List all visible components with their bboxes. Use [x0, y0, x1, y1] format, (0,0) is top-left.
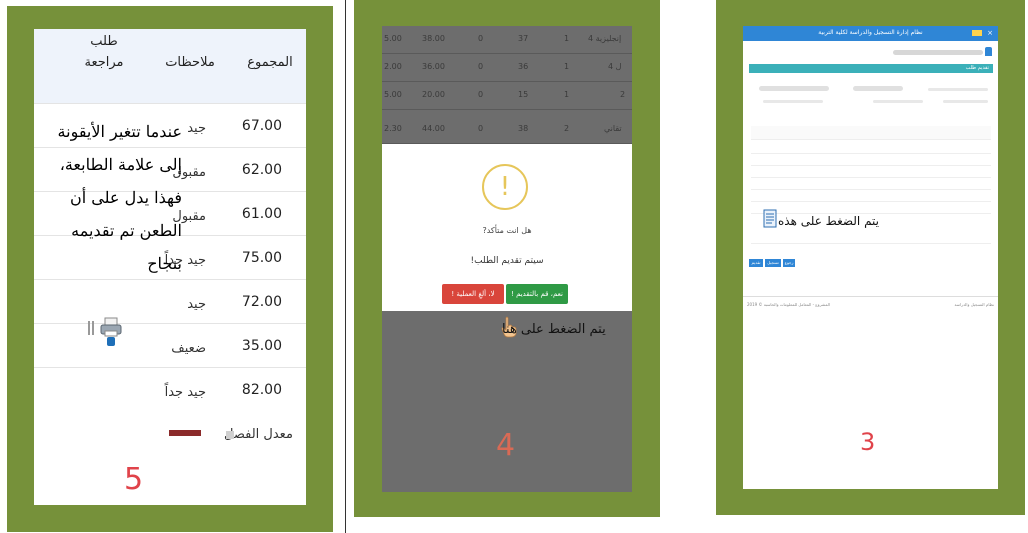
table-row — [751, 142, 991, 154]
back-button[interactable]: رجوع — [783, 259, 795, 267]
row-note: ضعيف — [171, 341, 206, 356]
table-row: 72.00 جيد — [34, 279, 306, 323]
section-header: تقديم طلب — [749, 64, 993, 73]
table-row — [751, 166, 991, 178]
row-total: 82.00 — [241, 382, 282, 398]
cell: 38.00 — [422, 34, 445, 43]
cell: 1 — [564, 34, 570, 43]
confirm-dialog: ! ?هل انت متأكد !سيتم تقديم الطلب ! لا، … — [382, 144, 632, 311]
table-row — [751, 154, 991, 166]
cell: تقاني — [604, 124, 622, 133]
step-number: 5 — [124, 462, 144, 497]
student-id-blurred — [853, 86, 903, 91]
step-number: 4 — [496, 428, 516, 463]
user-icon — [985, 47, 992, 56]
section-title: تقديم طلب — [965, 65, 989, 71]
confirm-button[interactable]: ! نعم، قم بالتقديم — [506, 284, 568, 304]
dialog-message: !سيتم تقديم الطلب — [470, 256, 544, 266]
menu-icon[interactable] — [972, 30, 982, 36]
separator — [92, 321, 94, 335]
separator — [88, 321, 90, 335]
cell: 0 — [478, 124, 484, 133]
table-row — [751, 232, 991, 244]
hint-text: يتم الضغط على هذه — [778, 214, 880, 228]
header-notes: ملاحظات — [165, 55, 215, 70]
row-total: 67.00 — [241, 118, 282, 134]
row-note: جيد — [187, 121, 206, 136]
student-name-blurred — [759, 86, 829, 91]
row-total: 62.00 — [241, 162, 282, 178]
table-row: 2.00 36.00 0 36 1 ل 4 — [382, 54, 632, 82]
header-total: المجموع — [247, 55, 293, 70]
app-title: نظام إدارة التسجيل والدراسة لكلية التربي… — [818, 29, 923, 36]
cell: ل 4 — [608, 62, 622, 71]
table-header: المجموع ملاحظات طلب مراجعة — [34, 29, 306, 103]
cell: 1 — [564, 90, 570, 99]
footer-link[interactable]: نظام التسجيل والدراسة — [955, 302, 994, 307]
table-row: 35.00 ضعيف — [34, 323, 306, 367]
table-header — [751, 126, 991, 140]
cell: 20.00 — [422, 90, 445, 99]
cell: 2.30 — [384, 124, 402, 133]
dialog-question: ?هل انت متأكد — [482, 226, 532, 235]
cell: 5.00 — [384, 90, 402, 99]
cell: 15 — [518, 90, 529, 99]
cell: 36 — [518, 62, 529, 71]
cell: 2.00 — [384, 62, 402, 71]
cancel-button[interactable]: ! لا، ألغِ العملية — [442, 284, 504, 304]
table-row — [751, 202, 991, 214]
cell: 0 — [478, 90, 484, 99]
app-titlebar: نظام إدارة التسجيل والدراسة لكلية التربي… — [743, 26, 998, 41]
submit-button[interactable]: تقديم — [749, 259, 763, 267]
row-total: 35.00 — [241, 338, 282, 354]
cell: 36.00 — [422, 62, 445, 71]
cell: 44.00 — [422, 124, 445, 133]
cell: 2 — [564, 124, 570, 133]
grades-panel: المجموع ملاحظات طلب مراجعة 67.00 جيد 62.… — [34, 29, 306, 505]
footer-divider — [743, 296, 998, 297]
cell: 0 — [478, 62, 484, 71]
table-row: 5.00 38.00 0 37 1 إنجليزية 4 — [382, 26, 632, 54]
average-bar — [169, 430, 201, 436]
table-row — [751, 190, 991, 202]
printer-icon[interactable] — [100, 317, 122, 347]
cell: 1 — [564, 62, 570, 71]
table-row: 5.00 20.00 0 15 1 2 — [382, 82, 632, 110]
cell: 38 — [518, 124, 529, 133]
average-label: معدل الفصل — [224, 427, 293, 442]
table-row — [751, 178, 991, 190]
info-line — [943, 100, 988, 103]
info-line — [928, 88, 988, 91]
row-total: 61.00 — [241, 206, 282, 222]
cell: إنجليزية 4 — [588, 34, 622, 43]
row-total: 75.00 — [241, 250, 282, 266]
request-document-icon[interactable] — [762, 209, 778, 229]
row-note: جيد — [187, 297, 206, 312]
table-row: 2.30 44.00 0 38 2 تقاني — [382, 110, 632, 144]
step-number: 3 — [860, 428, 876, 456]
cell: 5.00 — [384, 34, 402, 43]
row-note: جيد جداً — [164, 385, 206, 400]
close-icon[interactable]: × — [986, 29, 994, 37]
average-marker — [226, 431, 234, 439]
confirm-panel: 5.00 38.00 0 37 1 إنجليزية 4 2.00 36.00 … — [382, 26, 632, 492]
footer-copyright: المشروع - المعامل للمعلومات والحاسبة © 2… — [747, 302, 831, 307]
row-total: 72.00 — [241, 294, 282, 310]
request-form-panel: نظام إدارة التسجيل والدراسة لكلية التربي… — [743, 26, 998, 489]
save-button[interactable]: تسجيل — [765, 259, 781, 267]
table-row: 82.00 جيد جداً — [34, 367, 306, 411]
cell: 37 — [518, 34, 529, 43]
cell: 2 — [620, 90, 626, 99]
hint-text: يتم الضغط على هنا — [502, 322, 606, 337]
cell: 0 — [478, 34, 484, 43]
info-line — [873, 100, 923, 103]
warning-icon: ! — [482, 164, 528, 210]
instruction-callout: عندما تتغير الأيقونة إلى علامة الطابعة، … — [57, 122, 182, 273]
user-info — [893, 50, 983, 55]
panel-divider — [345, 0, 346, 533]
header-review: طلب مراجعة — [84, 34, 124, 70]
info-line — [763, 100, 823, 103]
